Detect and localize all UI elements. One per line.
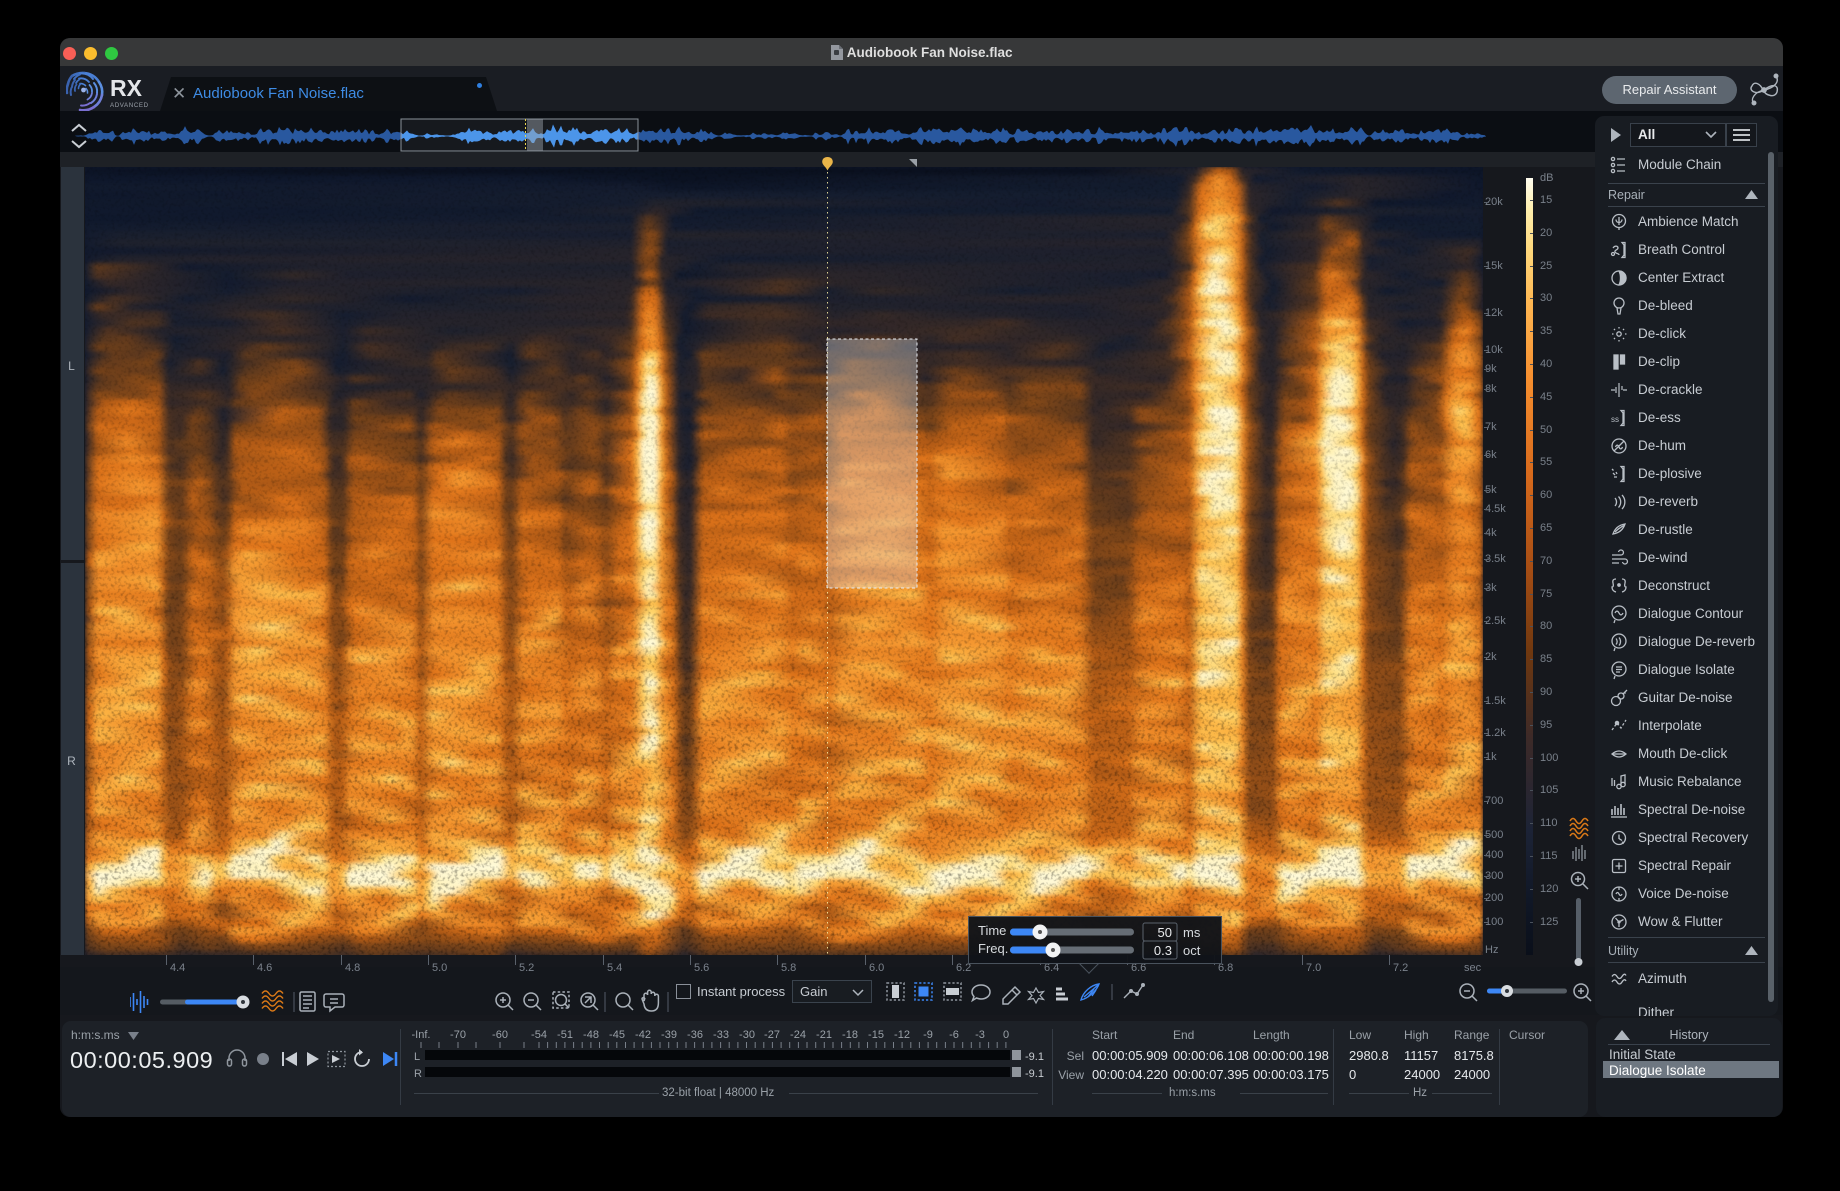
svg-text:ss: ss <box>1611 415 1619 424</box>
svg-text:50: 50 <box>1158 925 1172 940</box>
svg-text:0.3: 0.3 <box>1154 943 1172 958</box>
svg-text:ms: ms <box>1183 925 1201 940</box>
svg-text:RX: RX <box>110 75 143 101</box>
svg-text:ADVANCED: ADVANCED <box>110 102 149 109</box>
svg-text:oct: oct <box>1183 943 1201 958</box>
